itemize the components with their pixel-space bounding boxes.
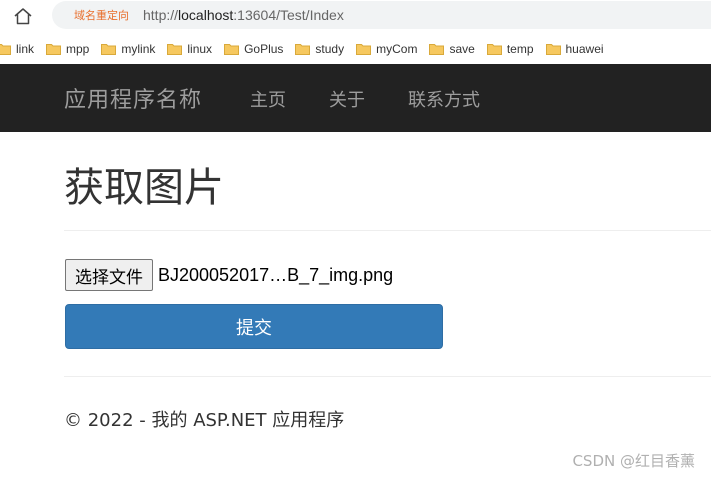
- bookmark-item[interactable]: mylink: [101, 42, 155, 56]
- watermark: CSDN @红目香薰: [572, 452, 695, 470]
- bookmark-item[interactable]: link: [0, 42, 34, 56]
- folder-icon: [167, 44, 183, 55]
- nav-link-home[interactable]: 主页: [250, 86, 286, 112]
- folder-icon: [46, 44, 62, 55]
- bookmark-item[interactable]: GoPlus: [224, 42, 283, 56]
- page-title: 获取图片: [64, 165, 224, 211]
- home-icon: [14, 8, 32, 25]
- bookmark-label: temp: [506, 42, 534, 56]
- bookmark-item[interactable]: save: [429, 42, 475, 56]
- bookmark-label: mpp: [66, 42, 90, 56]
- folder-icon: [486, 44, 502, 55]
- folder-icon: [0, 44, 11, 55]
- folder-icon: [545, 44, 561, 55]
- bookmarks-bar: link mpp mylink linux GoPlus study myCom save te…: [0, 35, 711, 63]
- selected-file-name: BJ200052017…B_7_img.png: [158, 264, 394, 285]
- bookmark-label: linux: [187, 42, 213, 56]
- divider: [64, 376, 711, 377]
- footer-text: © 2022 - 我的 ASP.NET 应用程序: [64, 410, 345, 431]
- file-input: 选择文件 BJ200052017…B_7_img.png: [65, 259, 393, 291]
- redirect-tag: 域名重定向: [74, 9, 129, 22]
- bookmark-item[interactable]: huawei: [545, 42, 604, 56]
- choose-file-button[interactable]: 选择文件: [65, 259, 153, 291]
- bookmark-label: huawei: [565, 42, 604, 56]
- address-bar: 域名重定向 http://localhost:13604/Test/Index: [0, 0, 711, 31]
- navbar-brand[interactable]: 应用程序名称: [64, 82, 202, 114]
- url-text: http://localhost:13604/Test/Index: [143, 7, 344, 23]
- folder-icon: [224, 44, 240, 55]
- bookmark-label: study: [315, 42, 345, 56]
- folder-icon: [429, 44, 445, 55]
- bookmark-label: myCom: [376, 42, 418, 56]
- divider: [64, 230, 711, 231]
- nav-link-contact[interactable]: 联系方式: [408, 86, 480, 112]
- bookmark-item[interactable]: myCom: [356, 42, 417, 56]
- home-button[interactable]: [10, 4, 36, 28]
- navbar: 应用程序名称 主页 关于 联系方式: [0, 64, 711, 132]
- bookmark-item[interactable]: linux: [167, 42, 212, 56]
- bookmark-item[interactable]: temp: [486, 42, 534, 56]
- bookmark-label: mylink: [121, 42, 156, 56]
- folder-icon: [101, 44, 117, 55]
- folder-icon: [356, 44, 372, 55]
- submit-button[interactable]: 提交: [65, 304, 443, 349]
- nav-link-about[interactable]: 关于: [329, 86, 365, 112]
- bookmark-item[interactable]: study: [295, 42, 344, 56]
- bookmark-label: GoPlus: [244, 42, 284, 56]
- url-field[interactable]: 域名重定向 http://localhost:13604/Test/Index: [52, 1, 711, 29]
- bookmark-item[interactable]: mpp: [46, 42, 89, 56]
- bookmark-label: link: [16, 42, 35, 56]
- folder-icon: [295, 44, 311, 55]
- bookmark-label: save: [449, 42, 475, 56]
